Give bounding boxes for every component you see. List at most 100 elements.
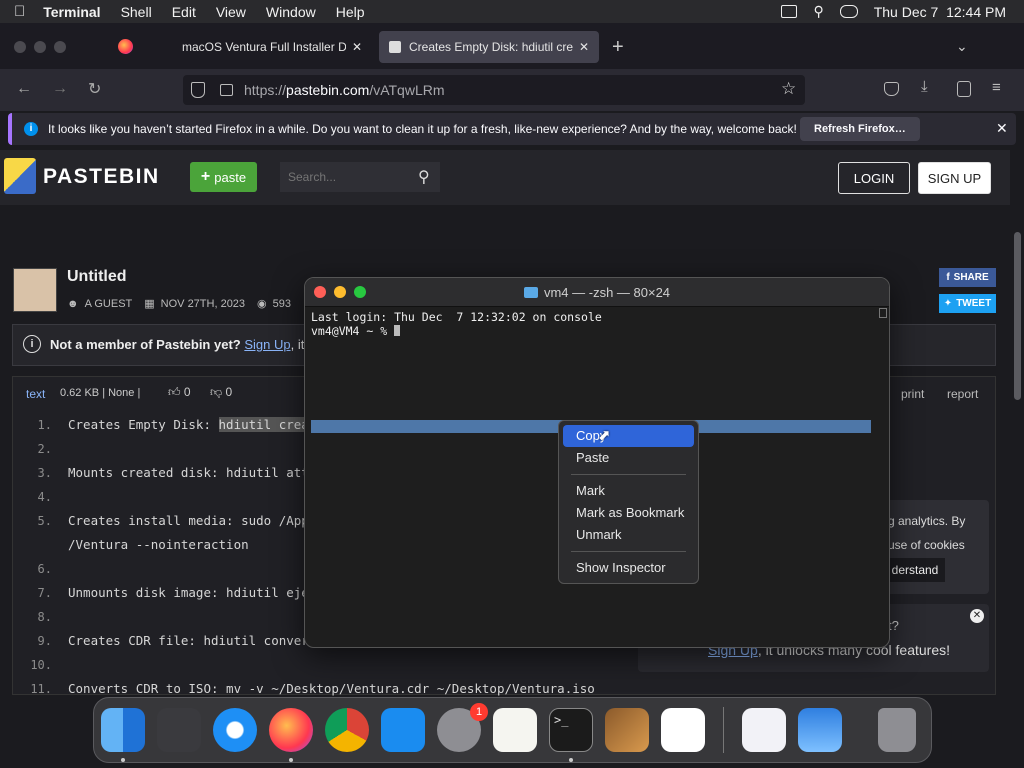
code-line[interactable]: /Ventura --nointeraction (68, 537, 249, 552)
code-line[interactable]: Unmounts disk image: hdiutil ejec (68, 585, 316, 600)
tab-macos-ventura[interactable]: macOS Ventura Full Installer Da ✕ (172, 31, 372, 63)
terminal-close-button[interactable] (314, 286, 326, 298)
menu-item-show-inspector[interactable]: Show Inspector (563, 557, 694, 579)
line-number: 3. (37, 466, 52, 480)
menu-view[interactable]: View (216, 4, 246, 20)
cookie-understand-button[interactable]: derstand (885, 558, 945, 582)
code-line[interactable]: Converts CDR to ISO: mv -v ~/Desktop/Ven… (68, 681, 595, 696)
menu-item-mark-as-bookmark[interactable]: Mark as Bookmark (563, 502, 694, 524)
extensions-icon[interactable] (957, 81, 971, 97)
launchpad-icon[interactable] (157, 708, 201, 752)
firefox-icon[interactable] (269, 708, 313, 752)
chrome-icon[interactable] (325, 708, 369, 752)
vscode-icon[interactable] (661, 708, 705, 752)
terminal-zoom-button[interactable] (354, 286, 366, 298)
trash-icon[interactable] (878, 708, 916, 752)
safari-icon[interactable] (213, 708, 257, 752)
tab-creates-empty-disk[interactable]: Creates Empty Disk: hdiutil crea ✕ (379, 31, 599, 63)
report-link[interactable]: report (947, 387, 978, 401)
signup-link[interactable]: Sign Up (244, 337, 290, 352)
terminal-icon[interactable]: >_ (549, 708, 593, 752)
menu-shell[interactable]: Shell (121, 4, 152, 20)
control-center-icon[interactable] (839, 5, 858, 18)
terminal-split-icon[interactable] (879, 308, 887, 318)
screen-mirroring-icon[interactable] (781, 5, 798, 18)
menu-item-mark[interactable]: Mark (563, 480, 694, 502)
pastebin-logo-text[interactable]: PASTEBIN (43, 165, 160, 189)
paste-author[interactable]: A GUEST (85, 298, 133, 310)
apple-menu-icon[interactable]:  (14, 3, 25, 20)
new-paste-button[interactable]: + paste (190, 162, 257, 192)
facebook-icon: f (946, 272, 950, 283)
tracking-shield-icon[interactable] (191, 82, 205, 98)
menu-datetime[interactable]: Thu Dec 7 12:44 PM (874, 4, 1006, 20)
syntax-link[interactable]: text (26, 387, 45, 401)
window-zoom-button[interactable] (54, 41, 66, 53)
menu-app-name[interactable]: Terminal (43, 4, 100, 20)
search-input[interactable] (280, 162, 440, 192)
code-text: Converts CDR to ISO: mv -v ~/Desktop/Ven… (68, 681, 595, 696)
code-line[interactable]: Creates CDR file: hdiutil convert (68, 633, 316, 648)
window-close-button[interactable] (14, 41, 26, 53)
bookmark-star-icon[interactable]: ☆ (781, 79, 796, 99)
menu-window[interactable]: Window (266, 4, 316, 20)
plus-icon: + (200, 168, 211, 185)
back-arrow-icon[interactable]: ← (16, 80, 32, 98)
terminal-title-bar[interactable]: vm4 — -zsh — 80×24 (305, 278, 889, 307)
thumbs-down-icon: 👎︎ (210, 385, 223, 399)
terminal-minimize-button[interactable] (334, 286, 346, 298)
visual-studio-icon[interactable] (742, 708, 786, 752)
info-icon: i (24, 122, 38, 136)
garageband-guitar-icon[interactable] (605, 708, 649, 752)
terminal-output[interactable]: Last login: Thu Dec 7 12:32:02 on consol… (311, 310, 602, 338)
new-tab-plus-icon[interactable]: + (612, 36, 624, 59)
pocket-icon[interactable] (884, 82, 899, 96)
dislike-button[interactable]: 👎︎ 0 (210, 385, 232, 400)
line-number: 5. (37, 514, 52, 528)
lock-icon[interactable] (220, 84, 233, 96)
pastebin-logo-icon[interactable] (4, 158, 36, 194)
like-button[interactable]: 👍︎ 0 (168, 385, 191, 400)
close-icon[interactable]: ✕ (579, 40, 589, 54)
textedit-icon[interactable] (493, 708, 537, 752)
code-line[interactable]: Creates Empty Disk: hdiutil creat (68, 417, 317, 432)
list-all-tabs-chevron-icon[interactable]: ⌄ (956, 38, 968, 55)
finder-icon[interactable] (101, 708, 145, 752)
menu-edit[interactable]: Edit (172, 4, 196, 20)
refresh-firefox-button[interactable]: Refresh Firefox… (800, 117, 920, 141)
signup-button[interactable]: SIGN UP (918, 162, 991, 194)
tab-label: Creates Empty Disk: hdiutil crea (409, 40, 573, 54)
reload-icon[interactable]: ↻ (88, 79, 101, 99)
share-button[interactable]: f SHARE (939, 268, 996, 287)
code-line[interactable]: Mounts created disk: hdiutil atta (68, 465, 316, 480)
close-icon[interactable]: ✕ (970, 609, 984, 623)
spotlight-icon[interactable]: ⚲ (813, 3, 823, 20)
code-line[interactable]: Creates install media: sudo /Appl (68, 513, 316, 528)
paste-views: 593 (272, 297, 292, 310)
weather-icon[interactable] (798, 708, 842, 752)
url-text[interactable]: https://pastebin.com/vATqwLRm (244, 82, 445, 98)
firefox-view-icon[interactable] (118, 39, 133, 54)
window-minimize-button[interactable] (34, 41, 46, 53)
paste-title: Untitled (67, 268, 127, 285)
page-scrollbar-thumb[interactable] (1014, 232, 1021, 400)
menu-item-paste[interactable]: Paste (563, 447, 694, 469)
close-icon[interactable]: ✕ (352, 40, 362, 54)
tab-label: macOS Ventura Full Installer Da (182, 40, 346, 54)
menu-help[interactable]: Help (336, 4, 365, 20)
print-link[interactable]: print (901, 387, 924, 401)
menu-item-unmark[interactable]: Unmark (563, 524, 694, 546)
tweet-button[interactable]: ✦ TWEET (939, 294, 996, 313)
login-button[interactable]: LOGIN (838, 162, 910, 194)
close-icon[interactable]: ✕ (996, 120, 1008, 137)
thumbs-up-icon: 👍︎ (168, 385, 181, 399)
menu-item-copy[interactable]: Copy (563, 425, 694, 447)
terminal-cursor (394, 325, 401, 336)
downloads-icon[interactable]: ⤓ (921, 78, 928, 95)
forward-arrow-icon[interactable]: → (52, 80, 68, 98)
search-icon[interactable]: ⚲ (418, 167, 430, 187)
avatar[interactable] (13, 268, 57, 312)
user-icon: ☻ (67, 297, 79, 310)
hamburger-menu-icon[interactable]: ≡ (992, 79, 1001, 96)
app-store-icon[interactable] (381, 708, 425, 752)
